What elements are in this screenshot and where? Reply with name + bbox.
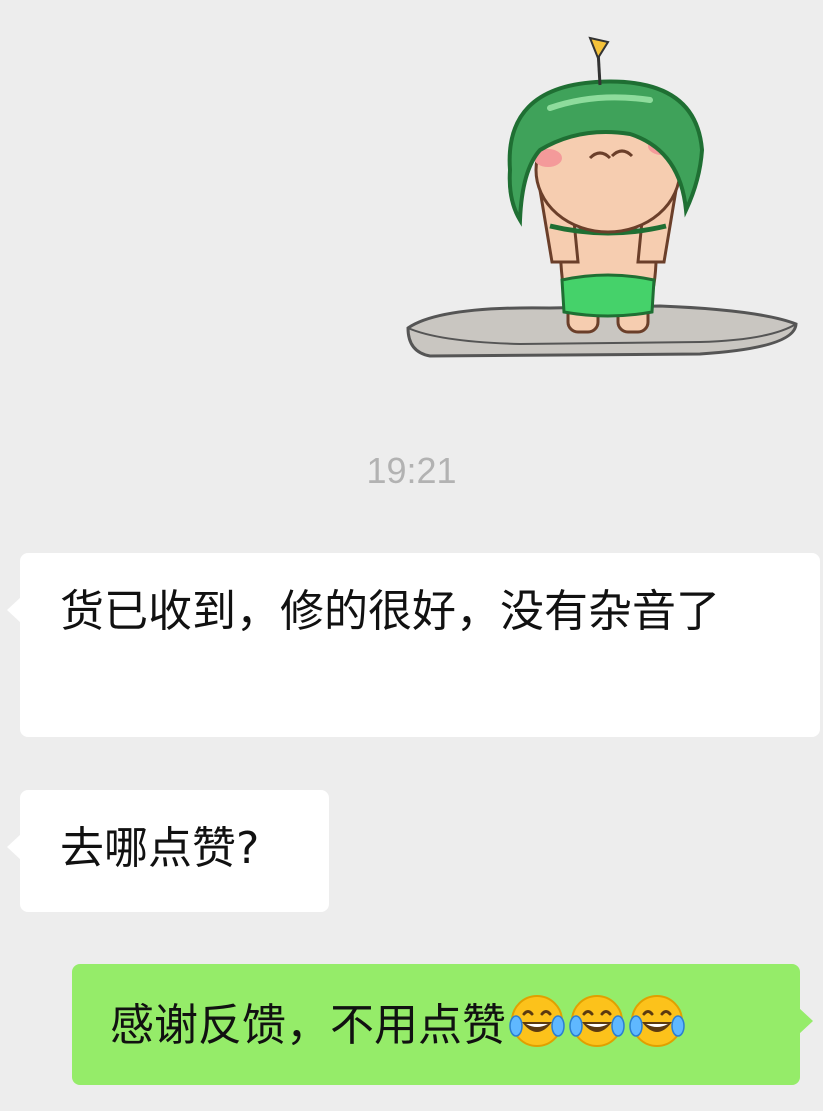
bubble-tail (7, 834, 21, 860)
message-text: 去哪点赞? (60, 823, 260, 874)
sticker-message[interactable] (400, 30, 805, 370)
message-text: 感谢反馈，不用点赞 (110, 1000, 506, 1051)
message-timestamp: 19:21 (366, 450, 457, 491)
bubble-tail (799, 1008, 813, 1034)
incoming-message-bubble[interactable]: 货已收到，修的很好，没有杂音了 (7, 553, 820, 737)
soldier-sticker-icon (406, 36, 798, 358)
outgoing-message-bubble[interactable]: 感谢反馈，不用点赞 (72, 964, 813, 1085)
tears-of-joy-emoji-icon (568, 992, 626, 1050)
incoming-message-bubble[interactable]: 去哪点赞? (7, 790, 329, 912)
tears-of-joy-emoji-icon (508, 992, 566, 1050)
message-text: 货已收到，修的很好，没有杂音了 (60, 586, 720, 637)
bubble-tail (7, 597, 21, 623)
tears-of-joy-emoji-icon (628, 992, 686, 1050)
